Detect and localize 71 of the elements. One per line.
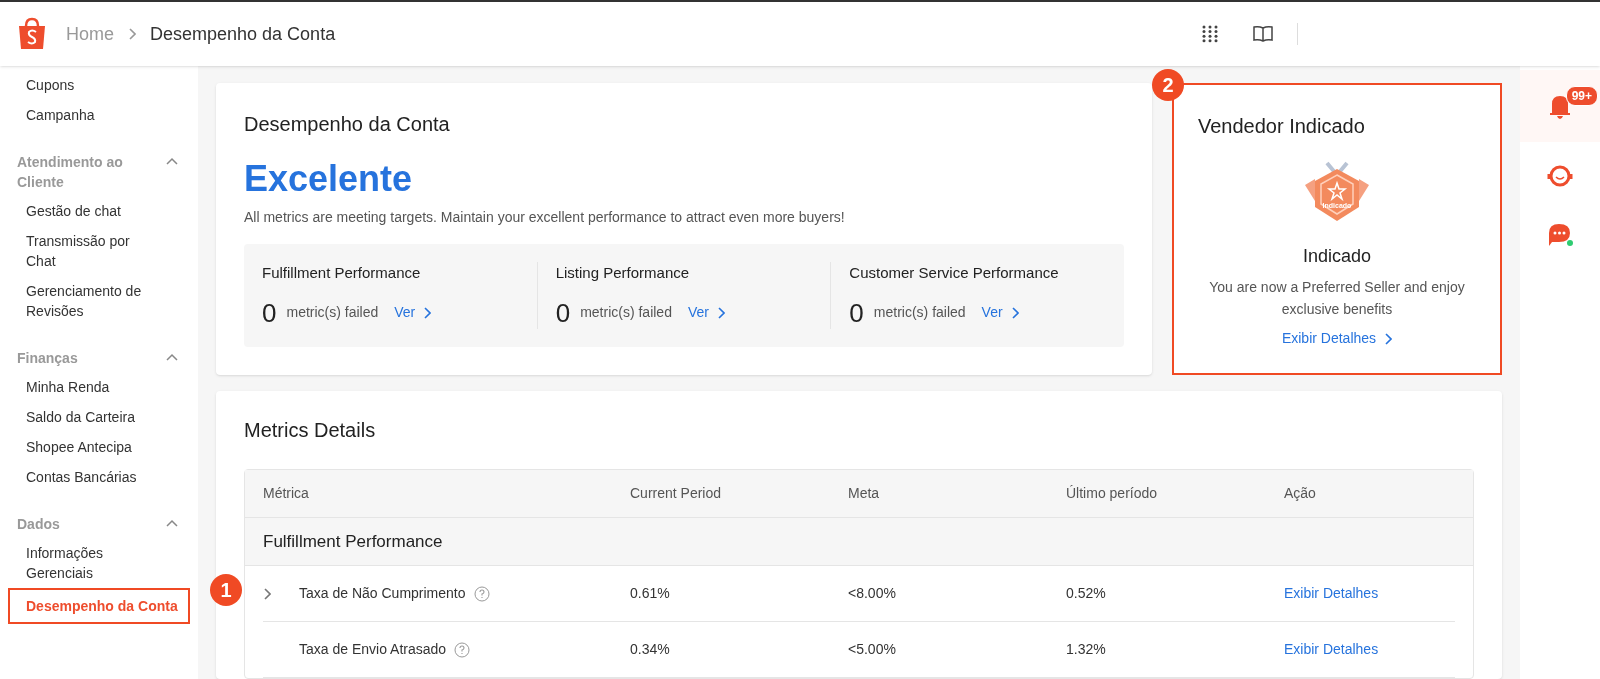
failed-label: metric(s) failed [286, 303, 379, 322]
chat-icon[interactable] [1546, 222, 1574, 248]
view-link[interactable]: Ver [687, 302, 725, 323]
sidebar-item[interactable]: Saldo da Carteira [0, 402, 198, 432]
sidebar-item[interactable]: Gestão de chat [0, 196, 198, 226]
sidebar-item[interactable]: Gerenciamento de Revisões [0, 276, 198, 326]
chevron-right-icon [716, 306, 725, 319]
sidebar-item[interactable]: Desempenho da Conta [8, 588, 190, 624]
failed-count: 0 [262, 296, 277, 329]
chevron-right-icon [1010, 306, 1019, 319]
card-title: Metrics Details [244, 418, 377, 443]
help-icon[interactable] [454, 641, 471, 658]
performance-rating: Excelente [244, 157, 414, 201]
column-header: Último período [1066, 484, 1159, 503]
sidebar-item[interactable]: Minha Renda [0, 372, 198, 402]
sidebar-section-header[interactable]: Finanças [0, 348, 198, 368]
performance-message: All metrics are meeting targets. Maintain your excellent performance to attract even more buyers! [244, 208, 846, 227]
page-title: Desempenho da Conta [150, 22, 336, 46]
table-cell-text: <5.00% [848, 640, 897, 659]
details-link[interactable]: Exibir Detalhes [1284, 639, 1379, 660]
sidebar-item[interactable]: Transmissão por Chat [0, 226, 198, 276]
table-cell-text: 1.32% [1066, 640, 1107, 659]
seller-message: You are now a Preferred Seller and enjoy exclusive benefits [1208, 278, 1466, 319]
section-title: Atendimento ao Cliente [17, 153, 124, 192]
failed-count: 0 [849, 296, 864, 329]
card-title: Vendedor Indicado [1197, 114, 1365, 139]
column-header: Ação [1284, 484, 1316, 503]
sidebar-item[interactable]: Contas Bancárias [0, 462, 198, 492]
table-cell-text: 0.61% [630, 584, 671, 603]
group-title: Fulfillment Performance [262, 263, 422, 283]
metric-name: Taxa de Não Cumprimento [299, 584, 466, 603]
callout-number: 1 [210, 574, 242, 606]
table-cell-text: 0.52% [1066, 584, 1107, 603]
table-cell-text: <8.00% [848, 584, 897, 603]
help-icon[interactable] [473, 585, 490, 602]
sidebar-item[interactable]: Shopee Antecipa [0, 432, 198, 462]
column-header: Métrica [263, 484, 310, 503]
apps-grid-icon[interactable] [1201, 25, 1219, 43]
view-link[interactable]: Ver [981, 302, 1019, 323]
seller-status: Indicado [1302, 245, 1372, 268]
column-header: Current Period [630, 484, 723, 503]
sidebar-section-header[interactable]: Dados [0, 514, 198, 534]
breadcrumb-link[interactable]: Home [66, 20, 114, 48]
notification-count: 99+ [1565, 86, 1598, 106]
book-icon[interactable] [1253, 25, 1273, 43]
details-link[interactable]: Exibir Detalhes [1284, 583, 1379, 604]
chevron-right-icon [1384, 332, 1393, 345]
sidebar-section-header[interactable]: Atendimento ao Cliente [0, 152, 198, 192]
section-title: Finanças [17, 349, 79, 368]
column-header: Meta [848, 484, 881, 503]
breadcrumb-separator-icon [128, 28, 136, 40]
details-link[interactable]: Exibir Detalhes [1281, 328, 1393, 349]
failed-label: metric(s) failed [580, 303, 672, 322]
failed-count: 0 [555, 296, 571, 329]
shopping-bag-logo-icon[interactable] [16, 17, 48, 51]
metric-name: Taxa de Envio Atrasado [299, 640, 447, 659]
group-title: Listing Performance [555, 263, 691, 283]
sidebar-item[interactable]: Campanha [0, 100, 198, 130]
failed-label: metric(s) failed [873, 303, 966, 322]
card-title: Desempenho da Conta [244, 112, 451, 137]
sidebar-item[interactable]: Informações Gerenciais [0, 538, 198, 588]
table-section-title: Fulfillment Performance [245, 518, 1473, 566]
callout-number: 2 [1152, 69, 1184, 101]
chevron-right-icon [423, 306, 432, 319]
group-title: Customer Service Performance [849, 263, 1060, 283]
sidebar-item[interactable]: Cupons [0, 70, 198, 100]
table-cell-text: 0.34% [630, 640, 671, 659]
section-title: Dados [17, 515, 61, 534]
view-link[interactable]: Ver [394, 302, 432, 323]
expand-icon [263, 587, 271, 600]
bell-icon[interactable] [1548, 93, 1572, 119]
